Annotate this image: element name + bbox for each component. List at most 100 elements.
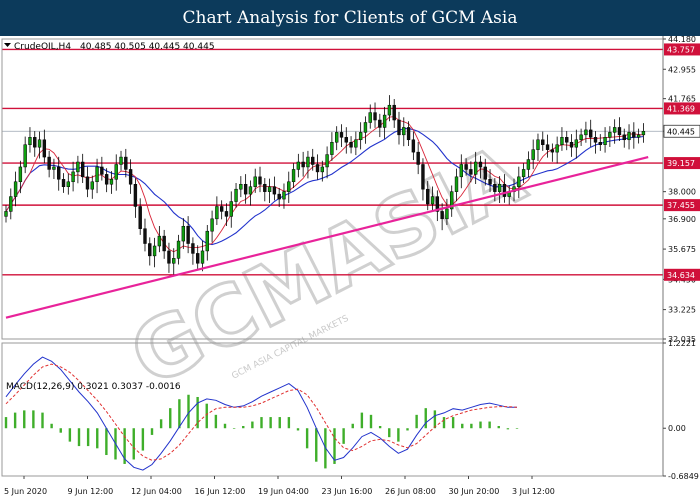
candle	[536, 133, 540, 162]
candle-body	[148, 243, 152, 257]
candle-body	[368, 112, 372, 123]
candle-body	[191, 243, 195, 254]
macd-histogram-bar	[315, 428, 318, 462]
candle-body	[517, 176, 521, 187]
macd-histogram-bar	[251, 421, 254, 429]
candle-body	[617, 127, 622, 136]
candle-body	[636, 134, 641, 138]
candle-body	[641, 131, 646, 136]
candle	[253, 168, 257, 193]
macd-histogram-bar	[378, 426, 382, 429]
candle	[641, 123, 646, 143]
candle-body	[315, 164, 320, 173]
candle-body	[574, 139, 579, 148]
candle-body	[95, 166, 99, 183]
candle-body	[157, 235, 162, 247]
macd-histogram-bar	[4, 417, 8, 429]
candle	[100, 156, 104, 181]
candle-body	[239, 183, 243, 190]
macd-histogram-bar	[132, 428, 135, 460]
candle	[191, 237, 195, 265]
candle	[13, 171, 18, 207]
candle-body	[627, 132, 631, 141]
candle	[555, 136, 559, 164]
candle-body	[483, 166, 487, 180]
candle-body	[330, 142, 334, 155]
signal-line	[5, 363, 518, 461]
candle-body	[550, 149, 555, 153]
candle	[143, 218, 147, 252]
candle-body	[224, 211, 229, 217]
candle	[181, 218, 186, 249]
candle-body	[464, 164, 468, 170]
candle-body	[28, 137, 32, 145]
candle-body	[622, 134, 626, 141]
candle-body	[47, 156, 51, 170]
candle-body	[215, 206, 219, 220]
collapse-icon[interactable]	[4, 43, 11, 47]
x-tick-label: 23 Jun 16:00	[322, 487, 373, 496]
macd-y-tick-label: -0.6849	[668, 472, 699, 481]
level-tag-label: 37.455	[667, 201, 695, 210]
candle-body	[392, 104, 396, 121]
y-tick-label: 44.180	[668, 36, 696, 44]
candle-body	[569, 142, 574, 148]
candle	[593, 131, 598, 154]
macd-histogram-bar	[196, 396, 199, 429]
candle-body	[579, 134, 583, 141]
candle	[349, 136, 353, 154]
candle-body	[76, 161, 80, 173]
candle	[569, 134, 574, 157]
candle-body	[234, 188, 238, 202]
y-tick-label: 33.225	[668, 306, 696, 315]
candle	[354, 131, 358, 156]
x-tick-label: 12 Jun 04:00	[131, 487, 182, 496]
candle	[23, 136, 27, 174]
candle	[373, 102, 377, 128]
macd-histogram-bar	[32, 410, 35, 429]
macd-histogram-bar	[86, 428, 90, 447]
candle-body	[497, 183, 502, 192]
candle-body	[143, 228, 147, 244]
candle	[124, 148, 128, 178]
candle	[109, 171, 114, 194]
candle-body	[311, 156, 315, 165]
candle-body	[287, 181, 291, 192]
candle-body	[589, 129, 593, 138]
candle	[200, 240, 205, 272]
candle-body	[291, 169, 296, 183]
macd-histogram-bar	[360, 412, 364, 429]
candle	[617, 117, 622, 142]
macd-plot-frame	[1, 342, 664, 477]
candle-body	[133, 183, 138, 207]
macd-histogram-bar	[415, 414, 418, 429]
candle-body	[541, 139, 545, 145]
candle-body	[603, 137, 607, 145]
candle-body	[258, 176, 262, 185]
candle	[152, 237, 157, 268]
candle-body	[114, 164, 118, 180]
macd-histogram-bar	[50, 423, 53, 429]
candle	[95, 158, 99, 194]
macd-histogram-bar	[488, 421, 491, 429]
macd-histogram-bar	[23, 410, 26, 429]
macd-histogram-bar	[506, 428, 510, 430]
candle-body	[445, 208, 449, 220]
candle	[80, 153, 85, 184]
candle-body	[4, 211, 8, 217]
macd-histogram-bar	[169, 408, 172, 429]
candle	[545, 134, 550, 158]
candle	[627, 124, 631, 150]
candle	[574, 129, 579, 159]
candle-body	[473, 161, 478, 175]
macd-histogram-bar	[342, 428, 345, 444]
candle	[531, 139, 535, 170]
level-tag-label: 39.157	[667, 159, 695, 168]
candle-body	[66, 181, 70, 187]
candle-body	[272, 186, 277, 195]
candle	[392, 99, 396, 128]
macd-histogram-bar	[159, 419, 163, 429]
macd-histogram-bar	[68, 428, 72, 442]
candle	[52, 158, 56, 180]
candle-body	[397, 119, 401, 136]
